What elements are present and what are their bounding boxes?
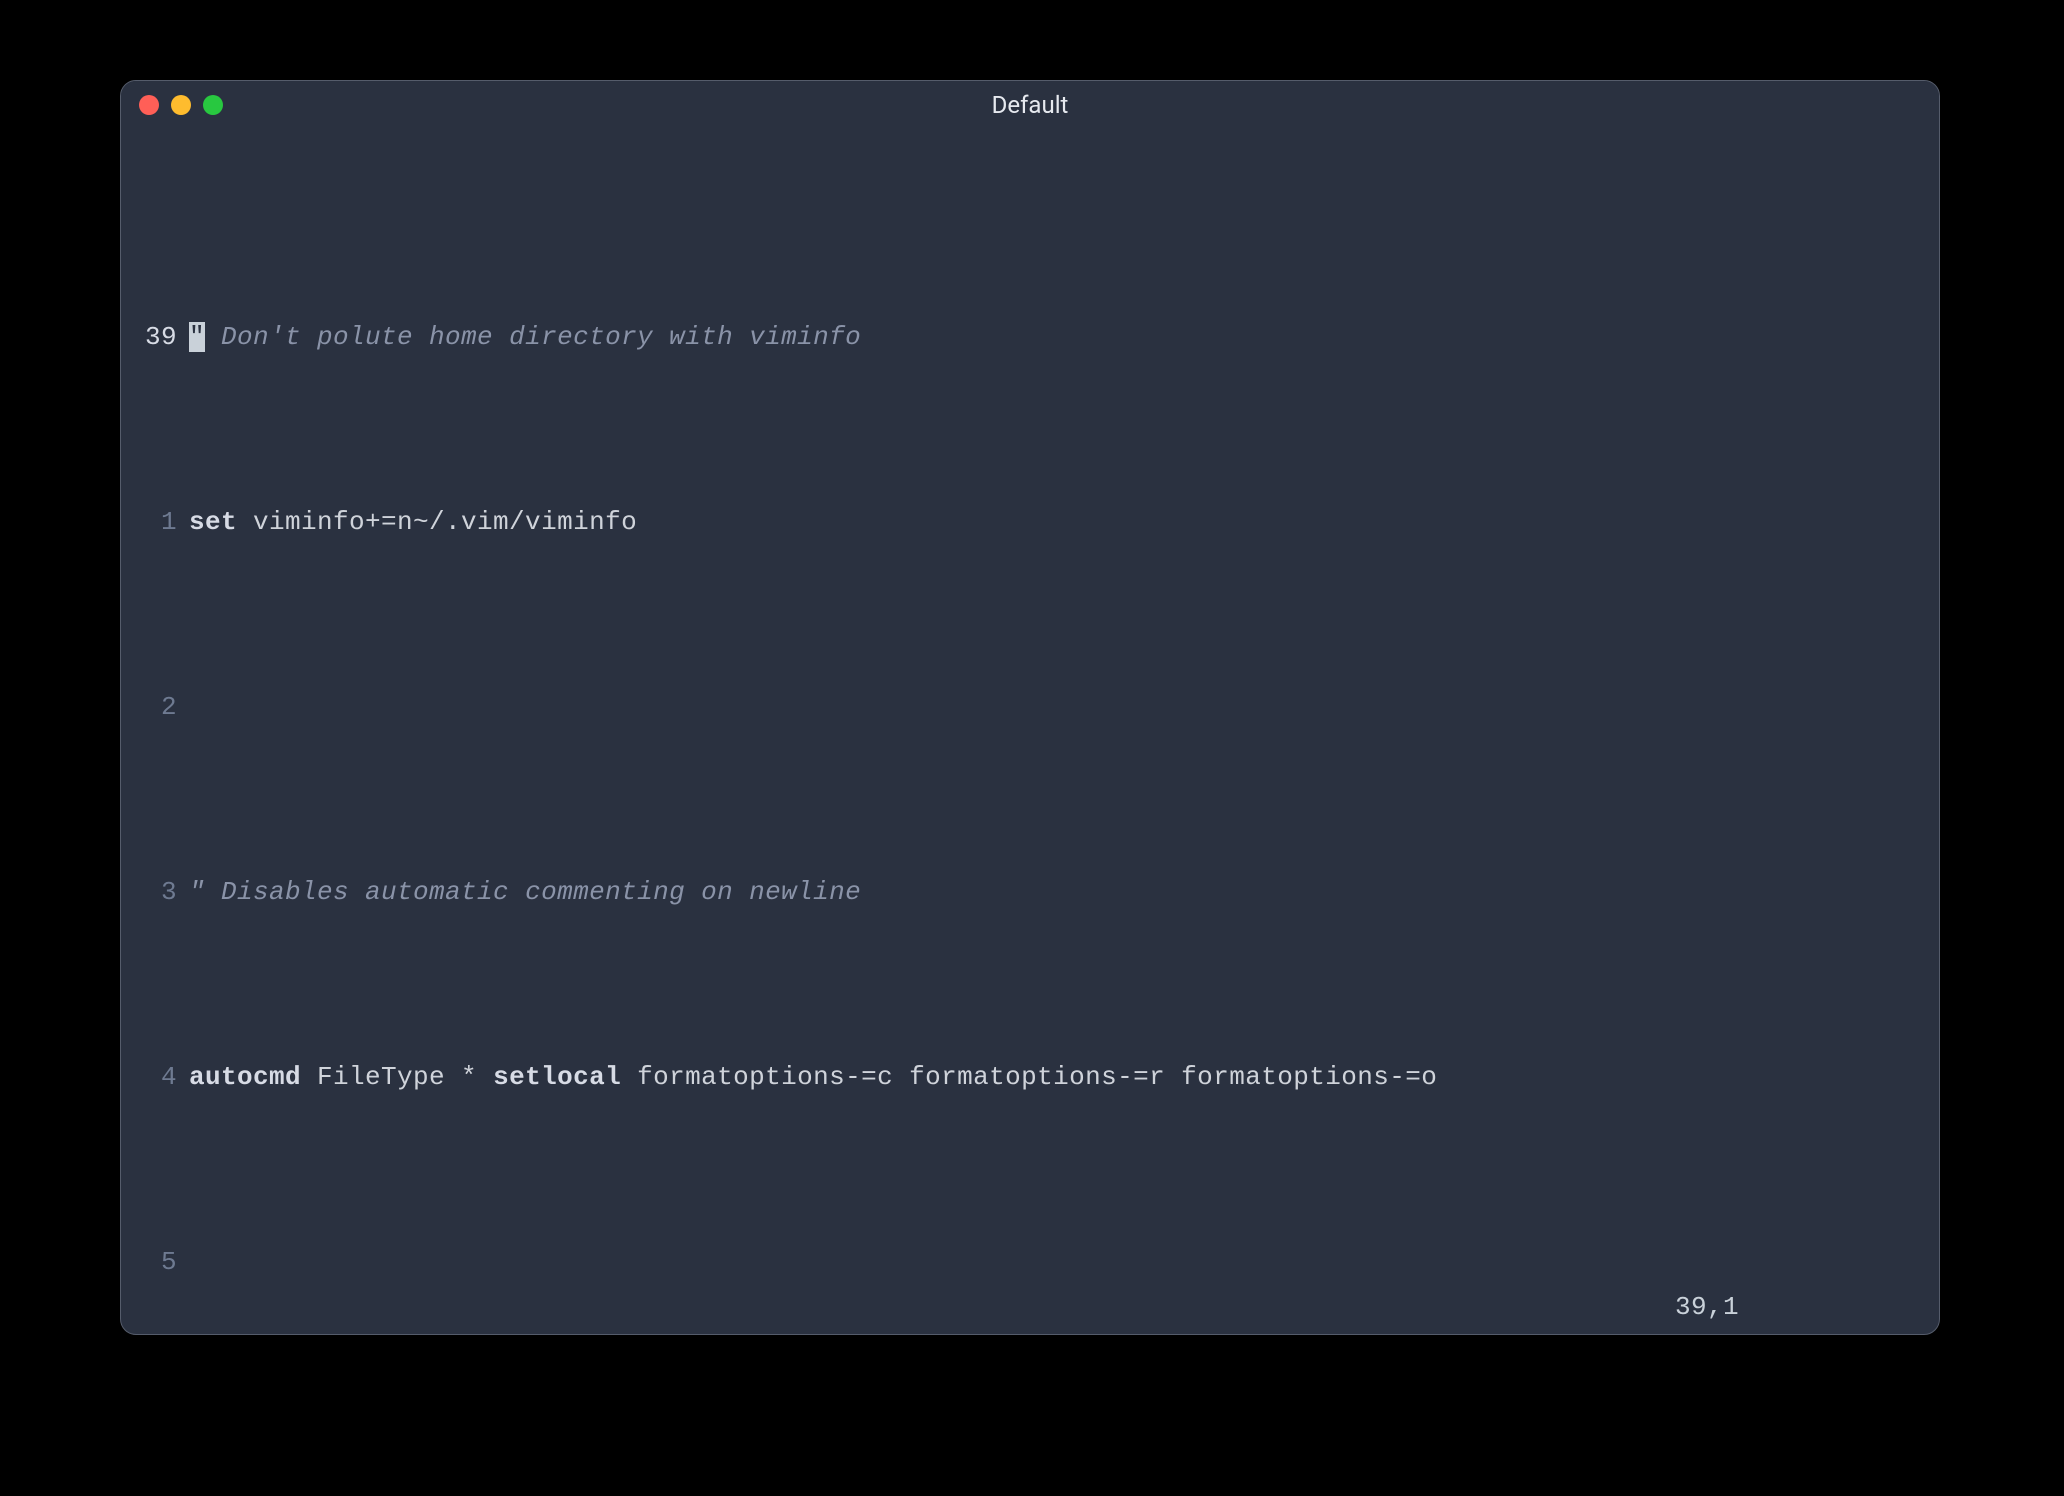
comment-text: Disables automatic commenting on newline <box>205 877 861 907</box>
editor-line: 4 autocmd FileType * setlocal formatopti… <box>121 1054 1939 1100</box>
editor-line: 1 set viminfo+=n~/.vim/viminfo <box>121 499 1939 545</box>
editor-line: 39 " Don't polute home directory with vi… <box>121 314 1939 360</box>
code-text: formatoptions-=c formatoptions-=r format… <box>621 1062 1437 1092</box>
cursor: " <box>189 322 205 352</box>
zoom-icon[interactable] <box>203 95 223 115</box>
window-controls <box>139 95 223 115</box>
editor-line: 2 <box>121 684 1939 730</box>
gutter-number: 4 <box>121 1054 189 1100</box>
minimize-icon[interactable] <box>171 95 191 115</box>
code-line <box>189 684 1915 730</box>
window-title: Default <box>121 91 1939 119</box>
code-text: viminfo+=n~/.vim/viminfo <box>237 507 637 537</box>
terminal-window: Default 39 " Don't polute home directory… <box>120 80 1940 1335</box>
keyword: setlocal <box>493 1062 621 1092</box>
gutter-current: 39 <box>121 314 189 360</box>
code-line: autocmd FileType * setlocal formatoption… <box>189 1054 1915 1100</box>
gutter-number: 3 <box>121 869 189 915</box>
keyword: set <box>189 507 237 537</box>
code-line: " Don't polute home directory with vimin… <box>189 314 1915 360</box>
code-text: FileType * <box>301 1062 493 1092</box>
code-line: " Disables automatic commenting on newli… <box>189 869 1915 915</box>
code-line: set viminfo+=n~/.vim/viminfo <box>189 499 1915 545</box>
close-icon[interactable] <box>139 95 159 115</box>
code-line <box>189 1239 1915 1285</box>
editor-viewport[interactable]: 39 " Don't polute home directory with vi… <box>121 129 1939 1335</box>
editor-line: 5 <box>121 1239 1939 1285</box>
editor-line: 3 " Disables automatic commenting on new… <box>121 869 1939 915</box>
gutter-number: 1 <box>121 499 189 545</box>
gutter-number: 2 <box>121 684 189 730</box>
gutter-number: 5 <box>121 1239 189 1285</box>
status-bar-position: 39,1 <box>1675 1292 1899 1322</box>
comment-text: Don't polute home directory with viminfo <box>205 322 861 352</box>
keyword: autocmd <box>189 1062 301 1092</box>
titlebar: Default <box>121 81 1939 129</box>
comment-quote: " <box>189 877 205 907</box>
